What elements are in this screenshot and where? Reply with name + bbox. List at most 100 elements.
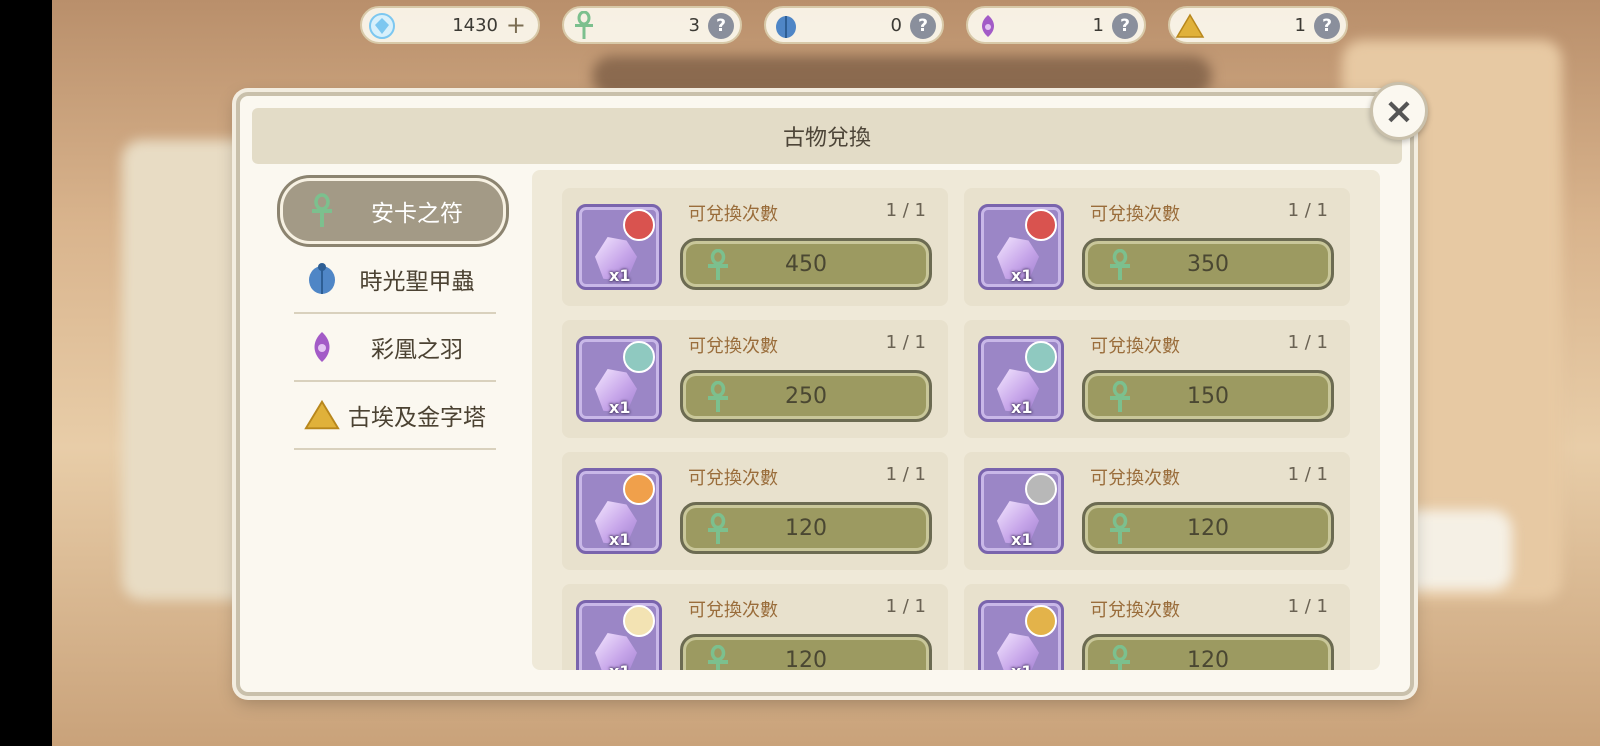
exchange-limit-label: 可兌換次數	[688, 336, 778, 357]
exchange-limit-count: 1 / 1	[885, 200, 926, 221]
sidebar-item-pyramid[interactable]: 古埃及金字塔	[280, 382, 506, 450]
exchange-cost-button[interactable]: 120	[680, 502, 932, 554]
cost-value: 450	[785, 251, 827, 277]
exchange-grid: x1 可兌換次數 1 / 1 450 x1 可兌換次數 1 / 1 350 x1…	[562, 188, 1350, 670]
exchange-limit-count: 1 / 1	[1287, 332, 1328, 353]
currency-scarab: 0 ?	[764, 6, 944, 44]
exchange-cost-button[interactable]: 120	[1082, 502, 1334, 554]
exchange-limit-count: 1 / 1	[885, 596, 926, 617]
phoenix-feather-icon	[304, 328, 340, 366]
character-face-icon	[623, 473, 655, 505]
exchange-card: x1 可兌換次數 1 / 1 120	[562, 584, 948, 670]
character-face-icon	[1025, 209, 1057, 241]
character-face-icon	[623, 605, 655, 637]
item-thumbnail[interactable]: x1	[576, 336, 662, 422]
ankh-icon	[568, 10, 600, 42]
ankh-icon	[703, 513, 733, 545]
item-thumbnail[interactable]: x1	[978, 204, 1064, 290]
ankh-icon	[703, 381, 733, 413]
sidebar-item-scarab[interactable]: 時光聖甲蟲	[280, 246, 506, 314]
exchange-limit-label: 可兌換次數	[1090, 336, 1180, 357]
help-icon[interactable]: ?	[708, 13, 734, 39]
exchange-cost-button[interactable]: 120	[680, 634, 932, 670]
exchange-list[interactable]: x1 可兌換次數 1 / 1 450 x1 可兌換次數 1 / 1 350 x1…	[532, 170, 1380, 670]
exchange-cost-button[interactable]: 150	[1082, 370, 1334, 422]
help-icon[interactable]: ?	[910, 13, 936, 39]
item-quantity: x1	[1011, 662, 1032, 670]
currency-feather: 1 ?	[966, 6, 1146, 44]
character-face-icon	[1025, 341, 1057, 373]
currency-bar: 1430 + 3 ? 0 ? 1 ? 1 ?	[360, 6, 1348, 44]
ankh-icon	[703, 645, 733, 670]
character-face-icon	[1025, 605, 1057, 637]
item-thumbnail[interactable]: x1	[978, 468, 1064, 554]
pyramid-icon	[304, 396, 340, 434]
sidebar-item-feather[interactable]: 彩凰之羽	[280, 314, 506, 382]
item-quantity: x1	[609, 662, 630, 670]
exchange-card: x1 可兌換次數 1 / 1 120	[964, 452, 1350, 570]
cost-value: 150	[1187, 383, 1229, 409]
currency-value: 0	[890, 14, 902, 36]
currency-value: 1430	[452, 14, 498, 36]
cost-value: 120	[785, 647, 827, 671]
antique-exchange-modal: 古物兌換 安卡之符 時光聖甲蟲 彩凰之羽 古埃及金字塔 x1 可兌換次數 1 /…	[236, 92, 1414, 696]
exchange-cost-button[interactable]: 450	[680, 238, 932, 290]
exchange-limit-count: 1 / 1	[885, 464, 926, 485]
cost-value: 120	[1187, 647, 1229, 671]
exchange-card: x1 可兌換次數 1 / 1 150	[964, 320, 1350, 438]
exchange-limit-count: 1 / 1	[885, 332, 926, 353]
ankh-icon	[304, 192, 340, 230]
exchange-limit-label: 可兌換次數	[1090, 468, 1180, 489]
exchange-card: x1 可兌換次數 1 / 1 350	[964, 188, 1350, 306]
exchange-limit-label: 可兌換次數	[1090, 600, 1180, 621]
screen-edge	[0, 0, 52, 746]
category-sidebar: 安卡之符 時光聖甲蟲 彩凰之羽 古埃及金字塔	[280, 178, 516, 450]
exchange-limit-label: 可兌換次數	[688, 600, 778, 621]
item-thumbnail[interactable]: x1	[576, 600, 662, 670]
exchange-limit-label: 可兌換次數	[688, 468, 778, 489]
help-icon[interactable]: ?	[1314, 13, 1340, 39]
divider	[294, 448, 496, 450]
scarab-icon	[304, 260, 340, 298]
currency-diamond: 1430 +	[360, 6, 540, 44]
ankh-icon	[703, 249, 733, 281]
exchange-cost-button[interactable]: 350	[1082, 238, 1334, 290]
cost-value: 120	[1187, 515, 1229, 541]
item-quantity: x1	[1011, 266, 1033, 285]
item-thumbnail[interactable]: x1	[978, 600, 1064, 670]
exchange-limit-label: 可兌換次數	[1090, 204, 1180, 225]
exchange-limit-count: 1 / 1	[1287, 464, 1328, 485]
pyramid-icon	[1174, 10, 1206, 42]
item-quantity: x1	[609, 530, 631, 549]
ankh-icon	[1105, 513, 1135, 545]
cost-value: 250	[785, 383, 827, 409]
help-icon[interactable]: ?	[1112, 13, 1138, 39]
exchange-card: x1 可兌換次數 1 / 1 250	[562, 320, 948, 438]
item-quantity: x1	[1011, 398, 1033, 417]
sidebar-item-label: 安卡之符	[371, 201, 463, 227]
exchange-limit-count: 1 / 1	[1287, 200, 1328, 221]
exchange-card: x1 可兌換次數 1 / 1 120	[562, 452, 948, 570]
currency-value: 1	[1092, 14, 1104, 36]
diamond-icon	[366, 10, 398, 42]
item-quantity: x1	[1011, 530, 1033, 549]
phoenix-feather-icon	[972, 10, 1004, 42]
item-thumbnail[interactable]: x1	[576, 468, 662, 554]
ankh-icon	[1105, 249, 1135, 281]
character-face-icon	[623, 341, 655, 373]
exchange-card: x1 可兌換次數 1 / 1 450	[562, 188, 948, 306]
currency-ankh: 3 ?	[562, 6, 742, 44]
character-face-icon	[1025, 473, 1057, 505]
item-thumbnail[interactable]: x1	[978, 336, 1064, 422]
sidebar-item-ankh[interactable]: 安卡之符	[280, 178, 506, 244]
item-thumbnail[interactable]: x1	[576, 204, 662, 290]
cost-value: 350	[1187, 251, 1229, 277]
exchange-limit-count: 1 / 1	[1287, 596, 1328, 617]
currency-value: 1	[1294, 14, 1306, 36]
close-button[interactable]: ×	[1370, 82, 1428, 140]
item-quantity: x1	[609, 398, 631, 417]
exchange-cost-button[interactable]: 250	[680, 370, 932, 422]
add-diamond-button[interactable]: +	[506, 11, 526, 39]
exchange-cost-button[interactable]: 120	[1082, 634, 1334, 670]
modal-header: 古物兌換	[252, 108, 1402, 164]
